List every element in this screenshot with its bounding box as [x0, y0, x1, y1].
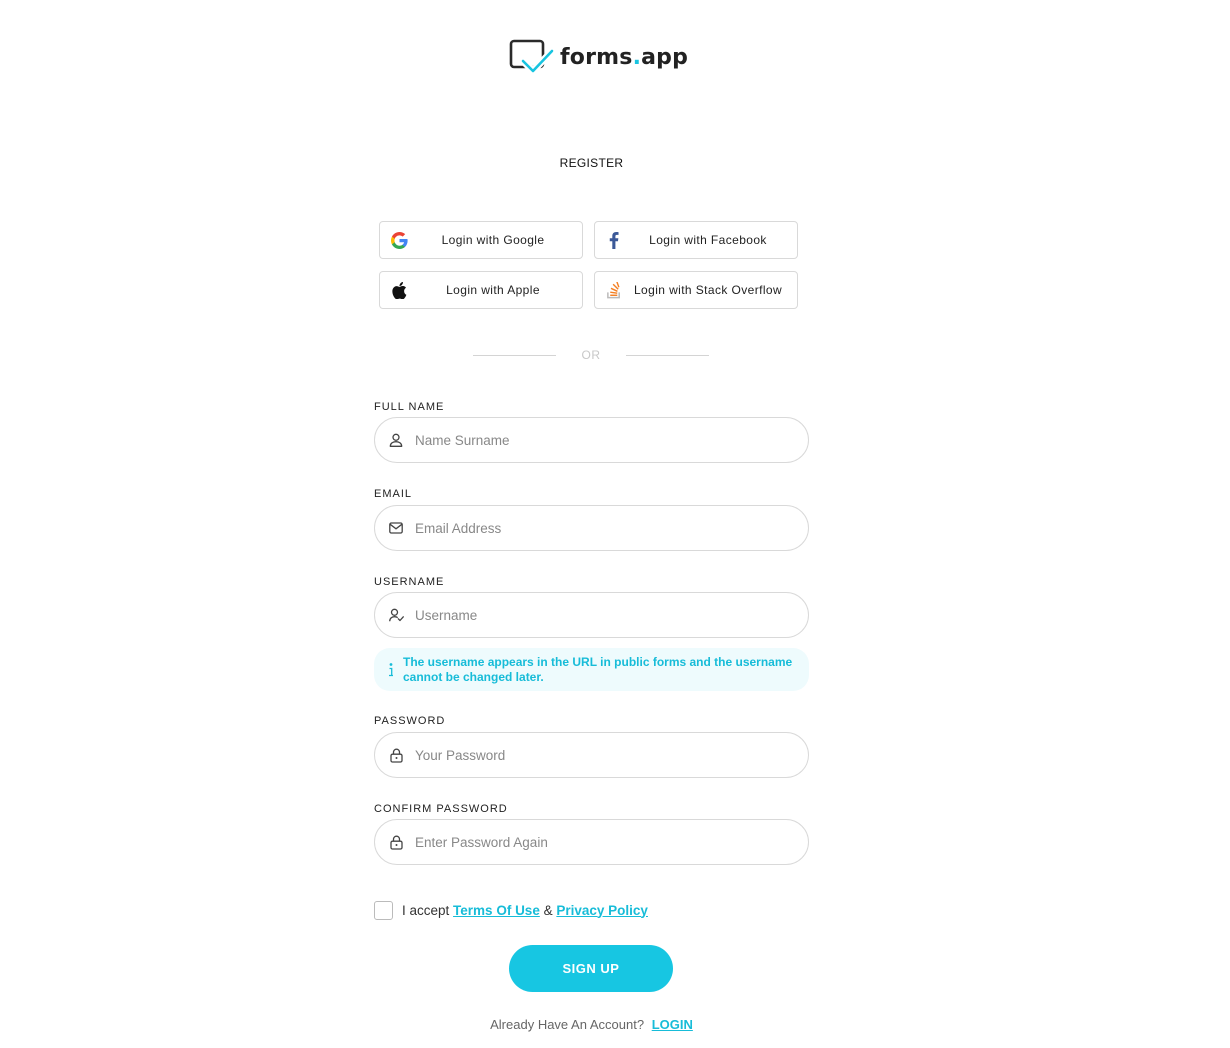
login-link[interactable]: LOGIN — [652, 1017, 693, 1032]
login-prompt-text: Already Have An Account? — [490, 1017, 645, 1032]
google-icon — [390, 231, 408, 249]
username-input[interactable] — [415, 593, 795, 637]
password-field[interactable] — [374, 732, 809, 778]
login-google-label: Login with Google — [441, 233, 545, 247]
username-notice-text: The username appears in the URL in publi… — [403, 655, 793, 684]
confirm-password-label: CONFIRM PASSWORD — [374, 803, 508, 815]
login-prompt: Already Have An Account? LOGIN — [0, 1017, 1183, 1032]
divider-line-right — [626, 355, 709, 356]
or-divider: OR — [473, 348, 709, 364]
login-facebook-button[interactable]: Login with Facebook — [594, 221, 798, 259]
brand-name: forms.app — [560, 44, 689, 70]
login-facebook-label: Login with Facebook — [649, 233, 767, 247]
terms-prefix: I accept — [402, 902, 450, 918]
full-name-label: FULL NAME — [374, 401, 445, 413]
confirm-password-input[interactable] — [415, 820, 795, 864]
envelope-icon — [388, 520, 404, 536]
forms-app-logo-icon — [509, 39, 555, 75]
login-apple-button[interactable]: Login with Apple — [379, 271, 583, 309]
full-name-input[interactable] — [415, 418, 795, 462]
login-apple-label: Login with Apple — [446, 283, 540, 297]
info-icon — [387, 662, 395, 678]
password-label: PASSWORD — [374, 715, 446, 727]
email-field[interactable] — [374, 505, 809, 551]
username-label: USERNAME — [374, 576, 445, 588]
sign-up-button[interactable]: SIGN UP — [509, 945, 673, 992]
login-stackoverflow-button[interactable]: Login with Stack Overflow — [594, 271, 798, 309]
username-notice: The username appears in the URL in publi… — [374, 648, 809, 691]
brand-logo[interactable]: forms.app — [509, 38, 688, 76]
confirm-password-field[interactable] — [374, 819, 809, 865]
lock-icon — [388, 747, 404, 763]
lock-icon — [388, 834, 404, 850]
full-name-field[interactable] — [374, 417, 809, 463]
terms-text: I accept Terms Of Use & Privacy Policy — [402, 903, 648, 918]
apple-icon — [390, 281, 408, 299]
user-icon — [388, 432, 404, 448]
privacy-policy-link[interactable]: Privacy Policy — [556, 903, 648, 918]
terms-of-use-link[interactable]: Terms Of Use — [453, 903, 540, 918]
terms-row: I accept Terms Of Use & Privacy Policy — [374, 900, 648, 920]
page-title: REGISTER — [559, 156, 624, 170]
password-input[interactable] — [415, 733, 795, 777]
stackoverflow-icon — [605, 281, 623, 299]
facebook-icon — [605, 231, 623, 249]
user-check-icon — [388, 607, 404, 623]
terms-checkbox[interactable] — [374, 900, 393, 920]
email-label: EMAIL — [374, 488, 413, 500]
login-stackoverflow-label: Login with Stack Overflow — [633, 283, 783, 297]
email-input[interactable] — [415, 506, 795, 550]
username-field[interactable] — [374, 592, 809, 638]
login-google-button[interactable]: Login with Google — [379, 221, 583, 259]
terms-ampersand: & — [543, 902, 553, 918]
